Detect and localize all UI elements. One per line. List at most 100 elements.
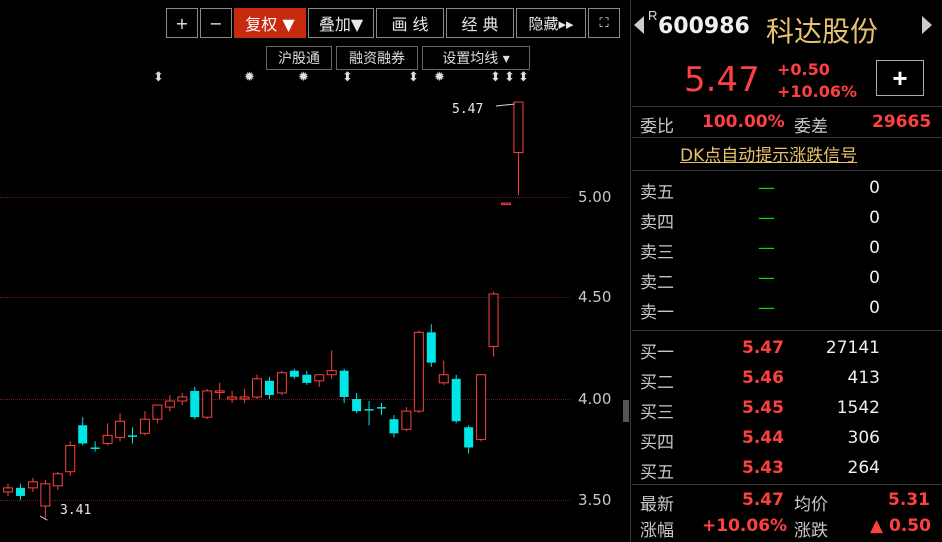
sell-level-label: 卖四: [640, 213, 674, 233]
candle-body[interactable]: [102, 434, 113, 444]
weicha-label: 委差: [794, 117, 828, 137]
candle-body[interactable]: [227, 396, 238, 400]
buy-volume: 1542: [836, 398, 880, 418]
buy-price: 5.44: [742, 428, 784, 448]
candle-body[interactable]: [115, 420, 126, 438]
high-arrow-line: [495, 103, 515, 107]
candle-body[interactable]: [438, 374, 449, 384]
sell-order-row[interactable]: 卖二 — 0: [632, 264, 942, 293]
candle-body[interactable]: [139, 418, 150, 434]
candle-body[interactable]: [389, 419, 399, 434]
dk-signal-link[interactable]: DK点自动提示涨跌信号: [680, 141, 857, 166]
zd-label: 涨跌: [794, 521, 828, 541]
sell-order-row[interactable]: 卖一 — 0: [632, 294, 942, 323]
sell-volume: 0: [869, 238, 880, 258]
kline-chart[interactable]: + − 复权 ▼ 叠加▼ 画 线 经 典 隐藏▸▸ ⛶ 沪股通 融资融券 设置均…: [0, 0, 629, 542]
candle-body[interactable]: [65, 444, 76, 473]
sell-volume: 0: [869, 298, 880, 318]
low-arrow-line: [39, 515, 48, 521]
candle-body[interactable]: [513, 101, 524, 154]
sell-level-label: 卖一: [640, 303, 674, 323]
candle-body[interactable]: [488, 293, 499, 347]
sell-price: —: [758, 298, 775, 318]
buy-price: 5.47: [742, 338, 784, 358]
candle-body[interactable]: [302, 374, 312, 383]
divider: [632, 484, 942, 485]
candle-body[interactable]: [464, 427, 474, 448]
sell-level-label: 卖三: [640, 243, 674, 263]
candle-body[interactable]: [401, 410, 412, 430]
candle-body[interactable]: [339, 370, 349, 397]
sell-volume: 0: [869, 208, 880, 228]
buy-level-label: 买一: [640, 343, 674, 363]
weicha-value: 29665: [872, 112, 932, 132]
candle-body[interactable]: [364, 409, 374, 411]
add-watchlist-button[interactable]: +: [876, 60, 924, 96]
latest-value: 5.47: [742, 490, 784, 510]
sell-price: —: [758, 178, 775, 198]
candle-body[interactable]: [264, 380, 274, 395]
candle-body[interactable]: [27, 481, 38, 489]
sell-order-row[interactable]: 卖三 — 0: [632, 234, 942, 263]
candle-body[interactable]: [128, 435, 137, 437]
code-prefix: R: [648, 8, 658, 23]
buy-price: 5.46: [742, 368, 784, 388]
candle-body[interactable]: [239, 396, 250, 400]
candle-body[interactable]: [314, 374, 325, 382]
buy-order-row[interactable]: 买二 5.46 413: [632, 364, 942, 393]
buy-level-label: 买五: [640, 463, 674, 483]
next-stock-icon[interactable]: [922, 16, 932, 34]
sell-volume: 0: [869, 178, 880, 198]
candle-body[interactable]: [190, 390, 200, 418]
candle-body[interactable]: [413, 331, 424, 412]
buy-order-row[interactable]: 买四 5.44 306: [632, 424, 942, 453]
candle-body[interactable]: [451, 378, 461, 422]
candle-body[interactable]: [40, 483, 51, 507]
candle-body[interactable]: [78, 425, 88, 444]
buy-order-row[interactable]: 买五 5.43 264: [632, 454, 942, 483]
high-price-label: 5.47: [452, 102, 484, 117]
current-price: 5.47: [684, 60, 760, 100]
candle-body[interactable]: [177, 396, 188, 402]
pct-value: +10.06%: [702, 516, 788, 536]
candle-body[interactable]: [476, 374, 487, 440]
candle-body[interactable]: [3, 487, 13, 493]
buy-volume: 413: [847, 368, 880, 388]
candle-body[interactable]: [426, 332, 436, 363]
candle-body[interactable]: [352, 399, 362, 412]
candle-body[interactable]: [15, 487, 25, 496]
stock-name: 科达股份: [766, 15, 879, 48]
candle-body[interactable]: [252, 378, 262, 398]
price-change: +0.50: [777, 60, 830, 79]
candle-body[interactable]: [214, 390, 225, 393]
candle-body[interactable]: [152, 404, 163, 420]
candle-body[interactable]: [501, 202, 511, 206]
buy-level-label: 买三: [640, 403, 674, 423]
weibi-label: 委比: [640, 117, 674, 137]
weibi-value: 100.00%: [702, 112, 785, 132]
panel-divider: [630, 0, 631, 542]
latest-row: 最新 5.47 均价 5.31: [632, 486, 942, 515]
candle-body[interactable]: [326, 370, 337, 376]
pct-row: 涨幅 +10.06% 涨跌 ▲ 0.50: [632, 512, 942, 541]
candle-body[interactable]: [276, 372, 287, 394]
candle-body[interactable]: [377, 407, 386, 409]
zd-value: ▲ 0.50: [870, 516, 931, 536]
candle-body[interactable]: [90, 447, 100, 449]
price-change-pct: +10.06%: [777, 82, 858, 101]
candle-body[interactable]: [52, 473, 63, 487]
pct-label: 涨幅: [640, 521, 674, 541]
buy-order-row[interactable]: 买三 5.45 1542: [632, 394, 942, 423]
sell-order-row[interactable]: 卖五 — 0: [632, 174, 942, 203]
stock-code: 600986: [658, 14, 750, 39]
divider: [632, 330, 942, 331]
buy-order-row[interactable]: 买一 5.47 27141: [632, 334, 942, 363]
quote-panel: R 600986 科达股份 5.47 +0.50 +10.06% + 委比 10…: [632, 0, 942, 542]
candle-layer: [3, 101, 524, 521]
candle-body[interactable]: [202, 390, 213, 418]
prev-stock-icon[interactable]: [634, 16, 644, 34]
buy-volume: 264: [847, 458, 880, 478]
sell-order-row[interactable]: 卖四 — 0: [632, 204, 942, 233]
candle-body[interactable]: [289, 370, 299, 377]
candle-body[interactable]: [164, 400, 175, 408]
